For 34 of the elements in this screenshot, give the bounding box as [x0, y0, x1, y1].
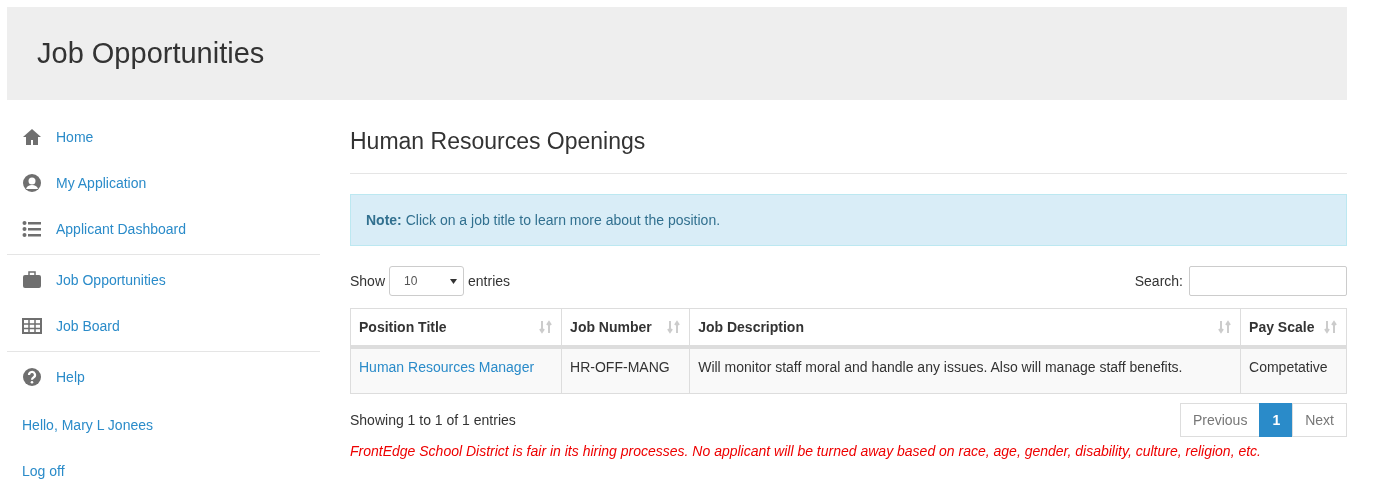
- sidebar-link[interactable]: Help: [7, 354, 320, 400]
- sidebar-link[interactable]: Applicant Dashboard: [7, 206, 320, 252]
- sidebar-link[interactable]: Job Opportunities: [7, 257, 320, 303]
- help-icon: [22, 367, 42, 387]
- home-icon: [22, 127, 42, 147]
- logoff-link[interactable]: Log off: [7, 448, 80, 494]
- table-icon: [22, 316, 42, 336]
- section-title: Human Resources Openings: [350, 128, 1347, 174]
- disclaimer-text: FrontEdge School District is fair in its hiring processes. No applicant will be turned away based on race, age, gender, disability, culture, religion, etc.: [350, 442, 1262, 459]
- sidebar-link[interactable]: My Application: [7, 160, 320, 206]
- table-cell: Will monitor staff moral and handle any issues. Also will manage staff benefits.: [689, 346, 1241, 393]
- sort-icon: [1324, 319, 1338, 334]
- user-circle-icon: [22, 173, 42, 193]
- entries-select[interactable]: 10: [389, 266, 465, 296]
- sort-icon: [1218, 319, 1233, 334]
- search-field[interactable]: [1189, 266, 1347, 296]
- show-label: Show: [350, 273, 386, 289]
- page-button[interactable]: 1: [1259, 402, 1294, 437]
- table-cell: Competative: [1240, 346, 1347, 393]
- search-label: Search:: [1134, 273, 1183, 289]
- sort-icon: [667, 319, 682, 334]
- sidebar-link[interactable]: Home: [7, 114, 320, 160]
- list-icon: [22, 219, 42, 239]
- note-alert: Note: Click on a job title to learn more about the position.: [350, 194, 1347, 246]
- page-title: Job Opportunities: [37, 37, 265, 70]
- table-info: Showing 1 to 1 of 1 entries: [350, 411, 516, 428]
- briefcase-icon: [22, 270, 42, 290]
- entries-label: entries: [468, 273, 511, 289]
- caret-icon: [450, 278, 458, 284]
- sort-icon: [539, 319, 554, 334]
- table-cell: HR-OFF-MANG: [561, 346, 690, 393]
- sidebar-link[interactable]: Job Board: [7, 303, 320, 349]
- greeting-link[interactable]: Hello, Mary L Jonees: [7, 402, 168, 448]
- job-title-link[interactable]: Human Resources Manager: [359, 358, 535, 375]
